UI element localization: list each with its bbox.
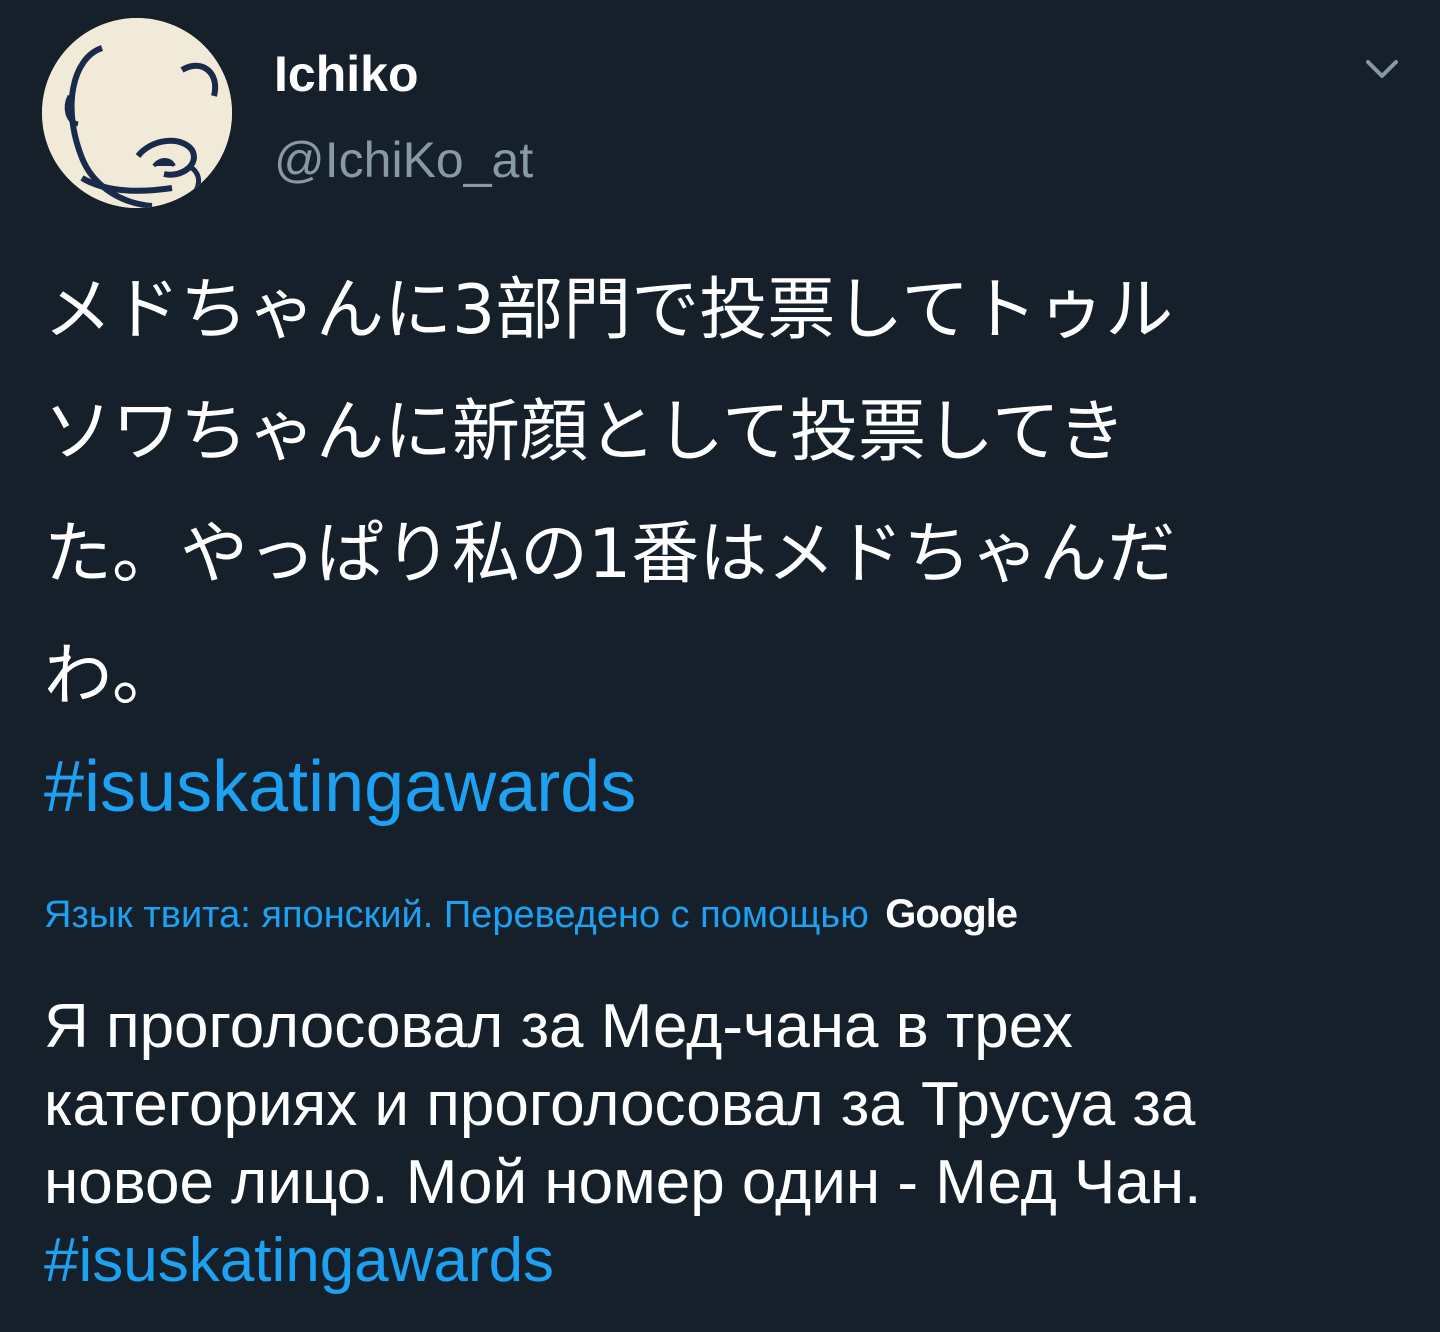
author-display-name[interactable]: Ichiko [274,44,418,104]
tweet-text-line: た。やっぱり私の1番はメドちゃんだ [44,515,1176,594]
chevron-down-icon [1366,60,1398,78]
translation-notice-text[interactable]: Язык твита: японский. Переведено с помощ… [44,894,869,936]
avatar[interactable] [42,18,232,208]
tweet-card: Ichiko @IchiKo_at メドちゃんに3部門で投票してトゥル ソワちゃ… [0,0,1440,1332]
google-logo: Google [885,892,1018,936]
tweet-text-line: わ。 [44,637,181,716]
tweet-text-line: メドちゃんに3部門で投票してトゥル [44,271,1174,350]
translated-hashtag-link[interactable]: #isuskatingawards [44,1222,1424,1300]
translation-notice[interactable]: Язык твита: японский. Переведено с помощ… [44,888,1018,941]
translated-text-line: новое лицо. Мой номер один - Мед Чан. [44,1148,1202,1217]
tweet-text-line: ソワちゃんに新顔として投票してき [44,393,1126,472]
author-handle[interactable]: @IchiKo_at [274,130,533,190]
tweet-text: メドちゃんに3部門で投票してトゥル ソワちゃんに新顔として投票してき た。やっぱ… [44,250,1414,738]
tweet-menu-button[interactable] [1358,52,1406,88]
avatar-drawing-icon [42,18,232,208]
translated-text-line: категориях и проголосовал за Трусуа за [44,1070,1196,1139]
translated-text: Я проголосовал за Мед-чана в трех катего… [44,988,1424,1300]
tweet-hashtag-link[interactable]: #isuskatingawards [44,745,636,829]
translated-text-line: Я проголосовал за Мед-чана в трех [44,992,1073,1061]
